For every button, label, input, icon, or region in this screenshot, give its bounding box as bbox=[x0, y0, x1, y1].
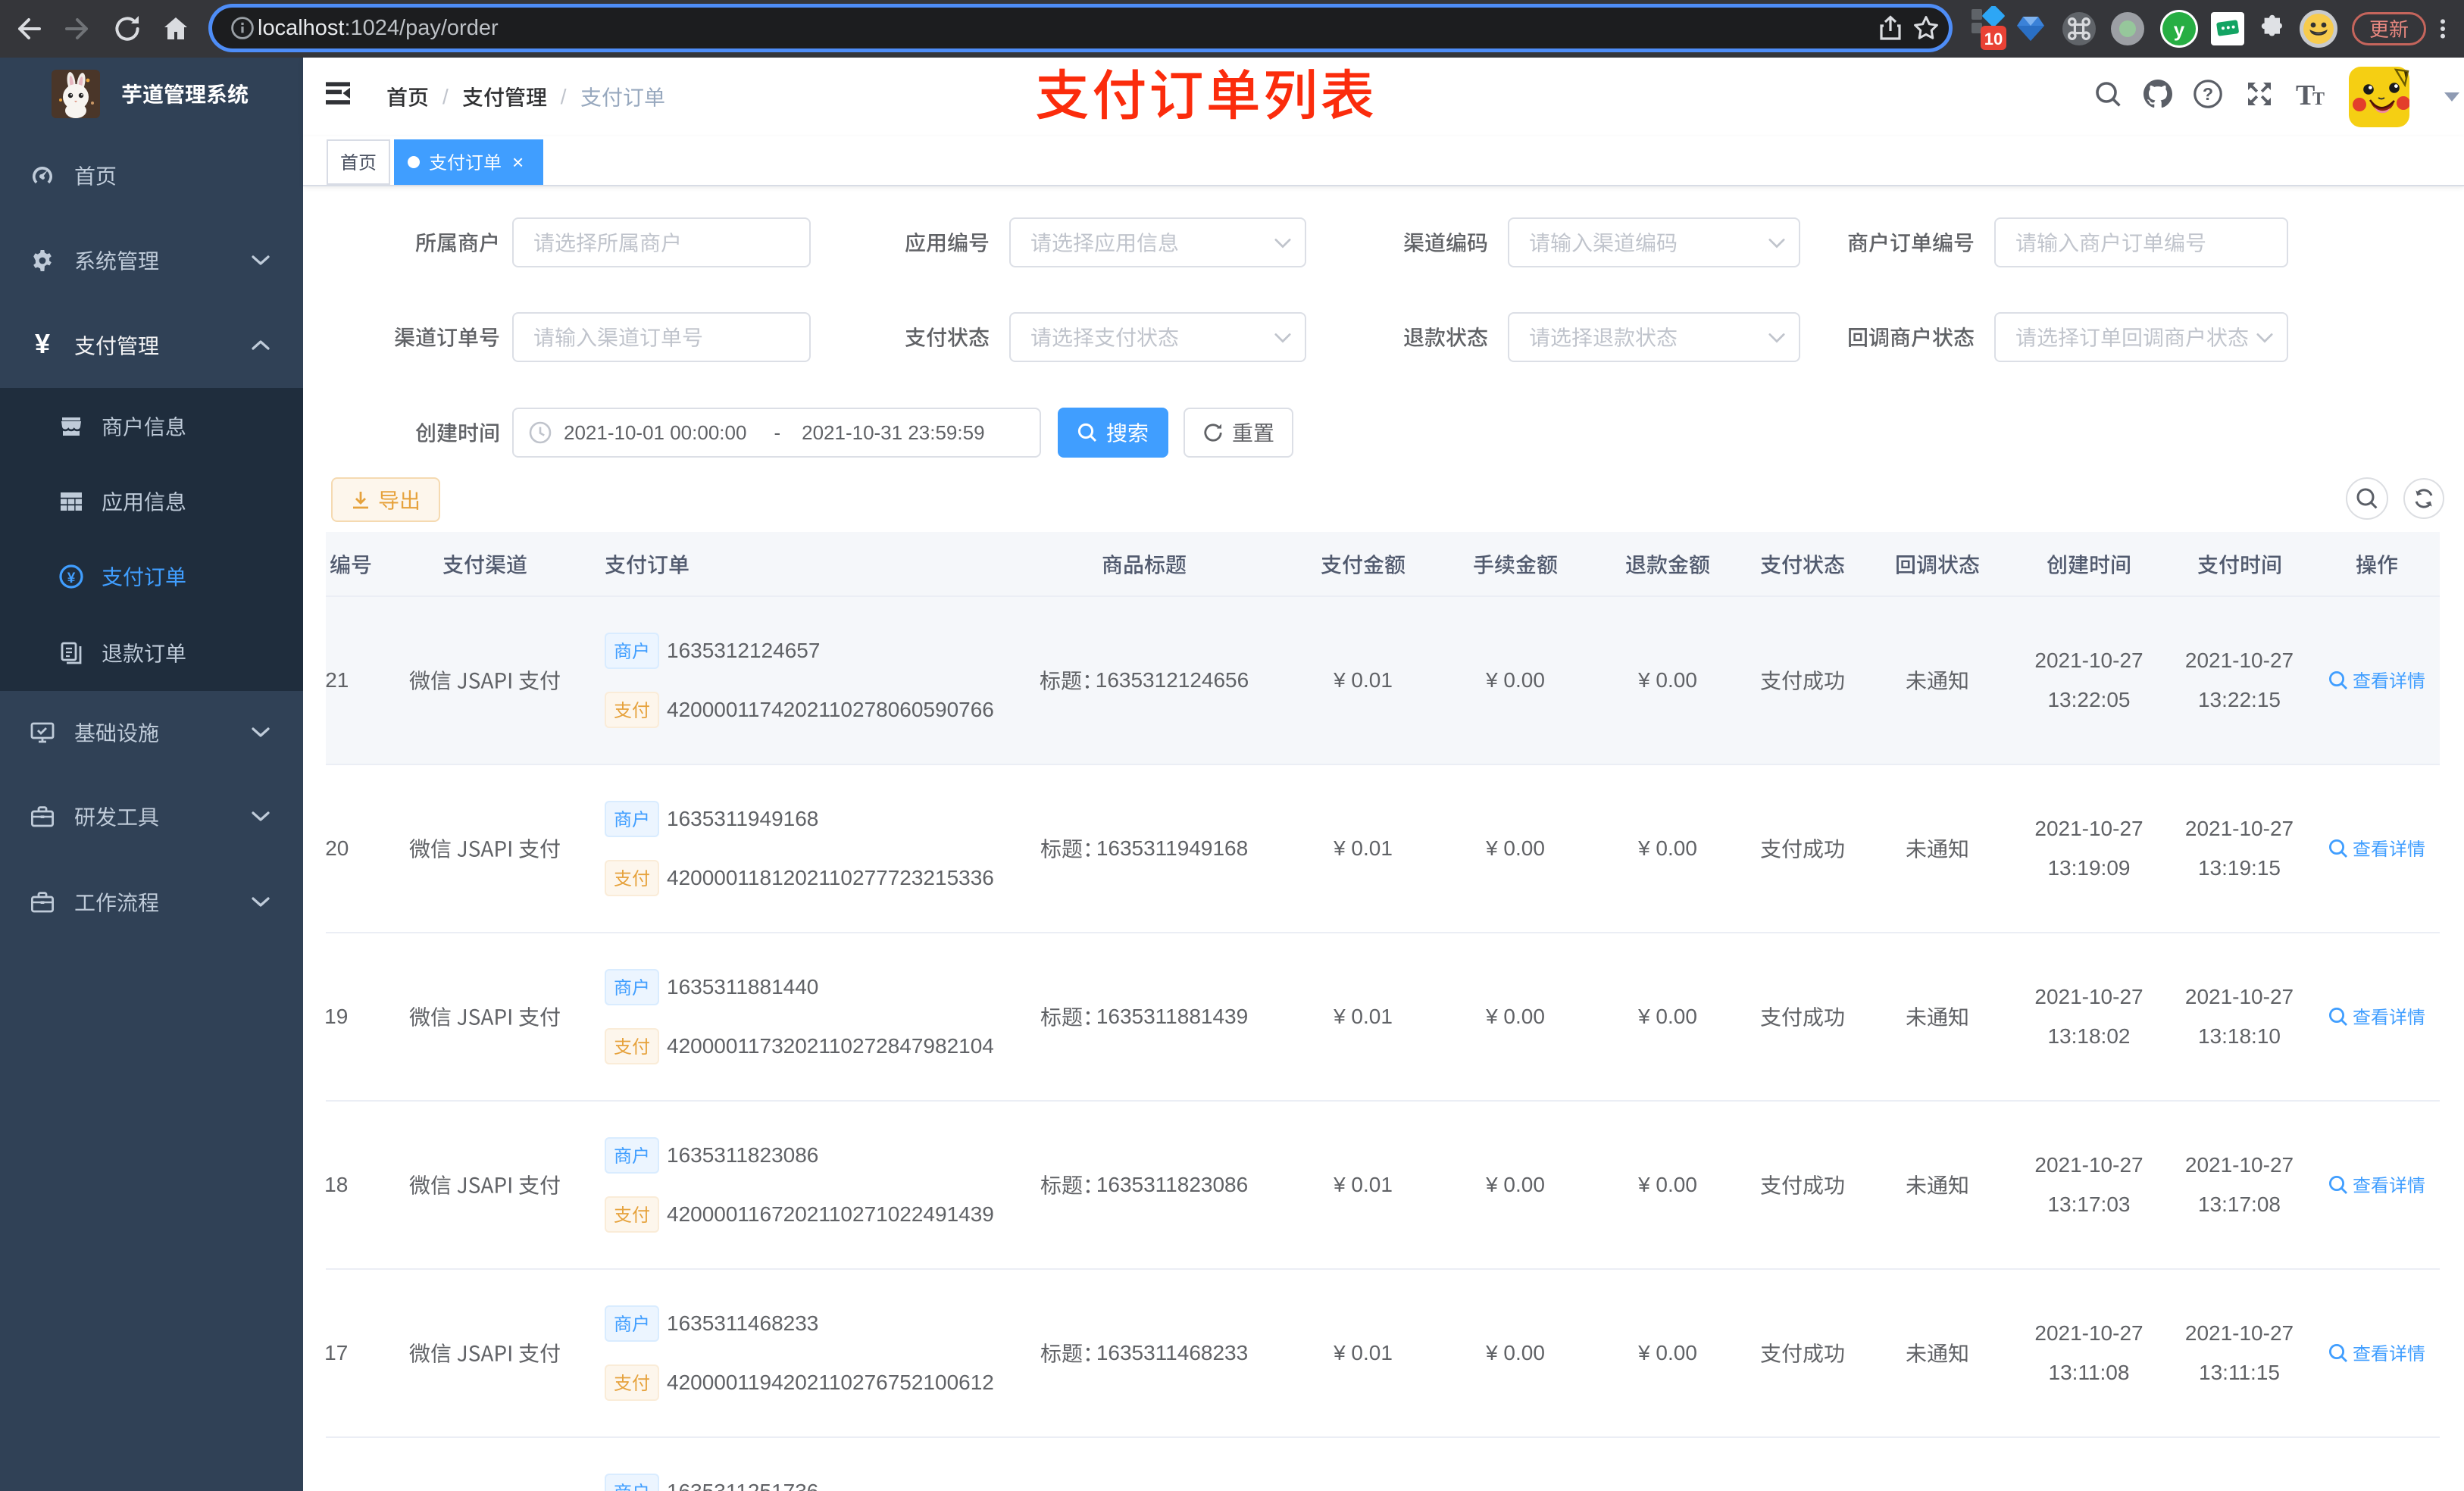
svg-text:¥: ¥ bbox=[67, 570, 76, 586]
svg-text:T: T bbox=[2312, 89, 2325, 108]
svg-text:y: y bbox=[2174, 18, 2185, 41]
svg-text:?: ? bbox=[2203, 84, 2213, 104]
svg-text:10: 10 bbox=[1984, 30, 2003, 48]
